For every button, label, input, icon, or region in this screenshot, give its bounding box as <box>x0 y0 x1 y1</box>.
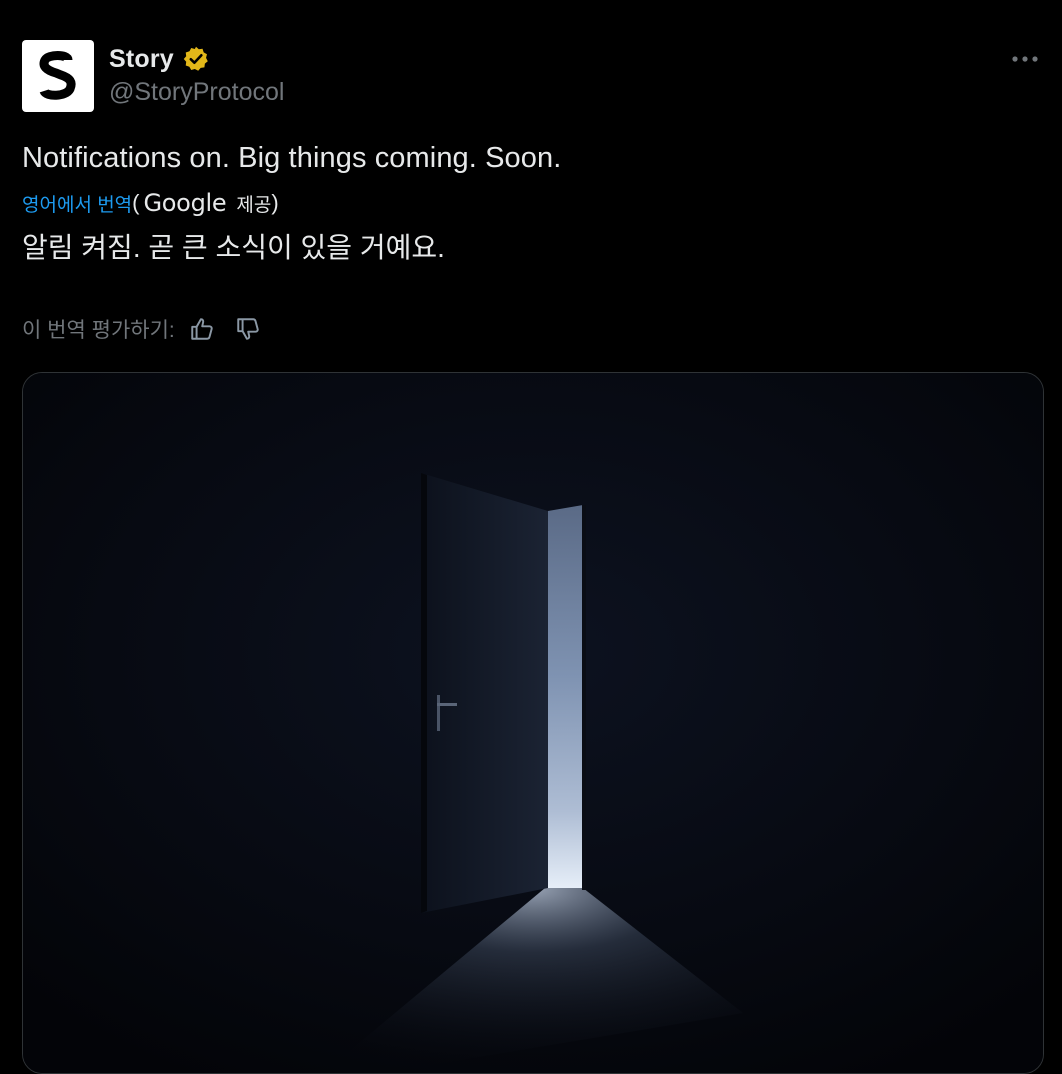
author-handle[interactable]: @StoryProtocol <box>109 78 284 107</box>
author-name-row: Story <box>109 42 210 76</box>
avatar[interactable] <box>22 40 94 112</box>
rate-translation-label: 이 번역 평가하기: <box>22 319 175 342</box>
story-s-logo-icon <box>39 51 76 100</box>
gold-verified-badge-icon[interactable] <box>182 45 210 73</box>
translated-tweet-text: 알림 켜짐. 곧 큰 소식이 있을 거예요. <box>22 232 445 263</box>
provided-label: 제공 <box>236 194 272 216</box>
tweet-media[interactable] <box>22 372 1044 1074</box>
tweet-text: Notifications on. Big things coming. Soo… <box>22 142 562 174</box>
rate-translation-row: 이 번역 평가하기: <box>22 312 263 346</box>
translation-attribution: 영어에서 번역 ( Google 제공 ) <box>22 188 279 218</box>
open-door-dark-room-image <box>23 373 1043 1073</box>
translated-from-english-link[interactable]: 영어에서 번역 <box>22 190 132 217</box>
author-display-name[interactable]: Story <box>109 45 174 74</box>
google-logo-text: Google <box>143 189 227 217</box>
more-horizontal-icon[interactable] <box>1010 44 1040 74</box>
open-paren: ( <box>132 190 140 215</box>
thumbs-up-icon[interactable] <box>187 314 217 344</box>
close-paren: ) <box>271 190 279 215</box>
thumbs-down-icon[interactable] <box>233 314 263 344</box>
